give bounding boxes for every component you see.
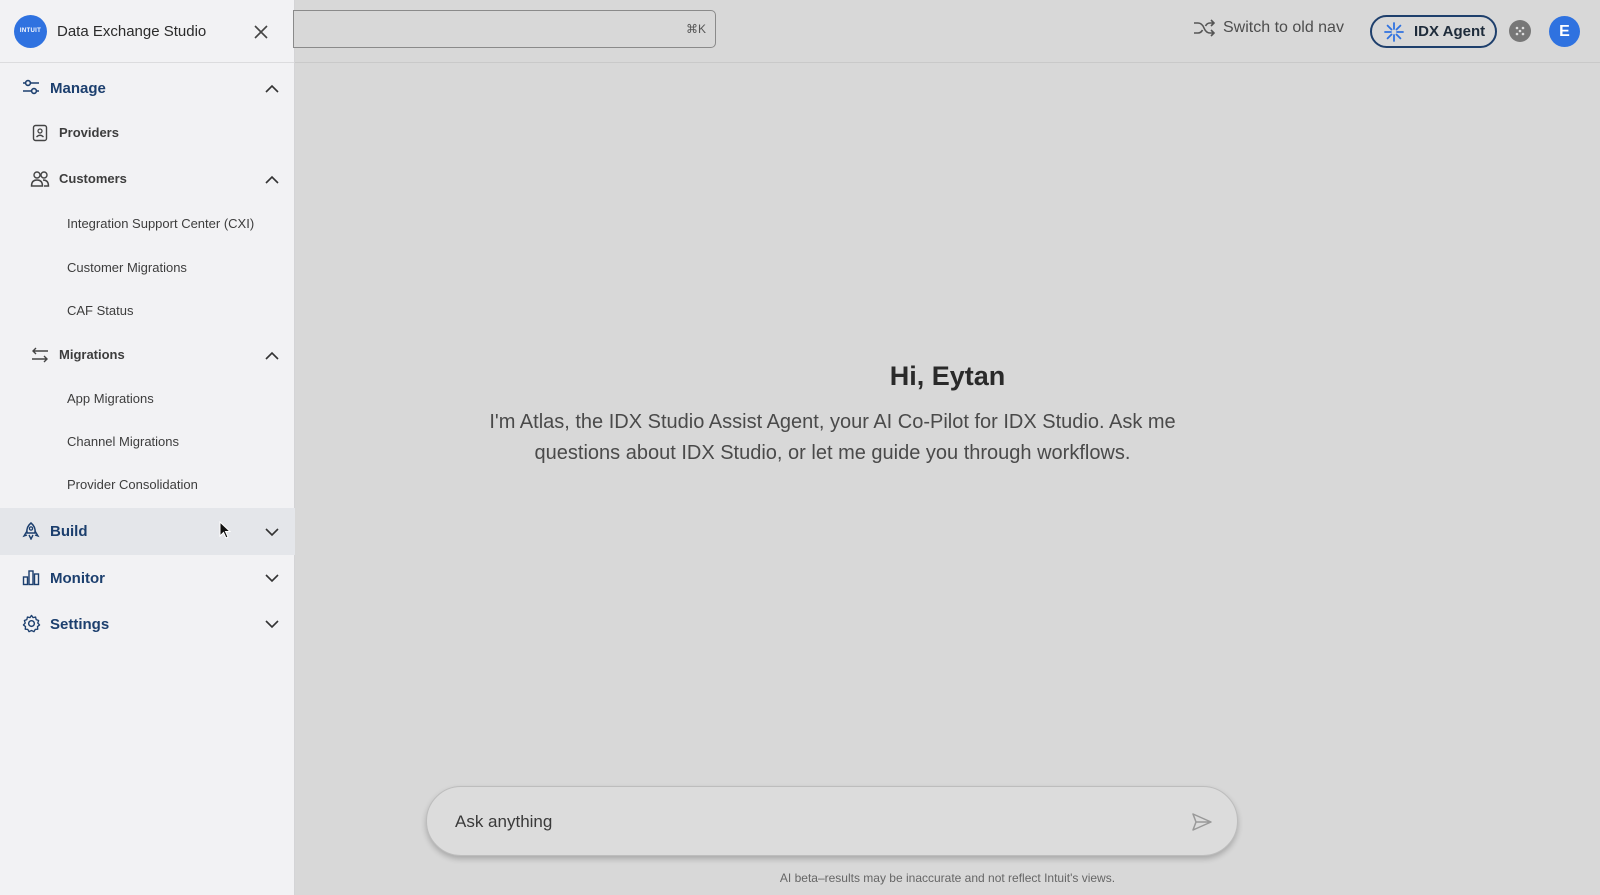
sidebar-subitem-label: Integration Support Center (CXI) xyxy=(67,216,255,231)
sidebar-subitem-caf-status[interactable]: CAF Status xyxy=(0,293,295,329)
grid-icon xyxy=(1515,26,1525,36)
greeting-heading: Hi, Eytan xyxy=(889,361,1006,391)
ask-input[interactable] xyxy=(455,809,1155,835)
send-button[interactable] xyxy=(1190,810,1214,834)
assistant-intro-text: I'm Atlas, the IDX Studio Assist Agent, … xyxy=(489,411,1176,464)
chevron-down-icon xyxy=(262,614,282,634)
nav-section-label: Monitor xyxy=(50,569,105,587)
nav-section-label: Settings xyxy=(50,615,110,633)
sidebar-subitem-provider-consolidation[interactable]: Provider Consolidation xyxy=(0,467,295,503)
sidebar-item-migrations[interactable]: Migrations xyxy=(0,335,295,375)
sidebar-item-customers[interactable]: Customers xyxy=(0,159,295,199)
mouse-cursor xyxy=(219,520,232,544)
send-icon xyxy=(1192,813,1212,831)
sidebar-subitem-label: CAF Status xyxy=(67,303,134,318)
rocket-icon xyxy=(21,521,41,541)
nav-section-monitor[interactable]: Monitor xyxy=(0,556,295,600)
chevron-up-icon xyxy=(262,169,282,189)
sidebar-subitem-label: App Migrations xyxy=(67,391,154,406)
idx-agent-label: IDX Agent xyxy=(1414,23,1486,40)
switch-to-old-nav-button[interactable]: Switch to old nav xyxy=(1193,19,1344,37)
gear-icon xyxy=(21,613,41,633)
switch-nav-label: Switch to old nav xyxy=(1223,19,1344,36)
sidebar-item-label: Migrations xyxy=(59,347,125,362)
sidebar-subitem-customer-migrations[interactable]: Customer Migrations xyxy=(0,250,295,286)
user-avatar[interactable]: E xyxy=(1549,16,1580,47)
sidebar-subitem-cxi[interactable]: Integration Support Center (CXI) xyxy=(0,206,295,242)
bar-chart-icon xyxy=(21,567,41,587)
sidebar-subitem-channel-migrations[interactable]: Channel Migrations xyxy=(0,424,295,460)
intuit-logo: INTUIT xyxy=(14,14,47,48)
sidebar-subitem-label: Customer Migrations xyxy=(67,260,187,275)
app-switcher-button[interactable] xyxy=(1509,20,1531,42)
idx-agent-button[interactable]: IDX Agent xyxy=(1370,15,1497,48)
sidebar-item-providers[interactable]: Providers xyxy=(0,113,295,153)
close-sidebar-button[interactable] xyxy=(249,20,273,44)
ask-box xyxy=(426,786,1238,856)
contact-card-icon xyxy=(30,123,50,143)
chevron-down-icon xyxy=(262,568,282,588)
nav-section-label: Manage xyxy=(50,79,106,97)
sidebar-subitem-label: Provider Consolidation xyxy=(67,477,198,492)
global-search-input[interactable]: ⌘K xyxy=(293,10,716,48)
nav-section-build[interactable]: Build xyxy=(0,508,295,555)
ai-disclaimer: AI beta–results may be inaccurate and no… xyxy=(779,871,1116,885)
sidebar-subitem-label: Channel Migrations xyxy=(67,434,180,449)
sparkle-icon xyxy=(1384,21,1404,42)
top-bar: ⌘K Switch to old nav IDX Agent E xyxy=(293,0,1600,63)
swap-arrows-icon xyxy=(30,345,50,365)
users-icon xyxy=(30,169,50,189)
nav-section-label: Build xyxy=(50,523,88,540)
chevron-down-icon xyxy=(262,522,282,542)
sidebar-item-label: Customers xyxy=(59,171,127,186)
nav-section-settings[interactable]: Settings xyxy=(0,602,295,646)
sidebar: INTUIT Data Exchange Studio Manage Provi… xyxy=(0,0,295,895)
app-title: Data Exchange Studio xyxy=(57,22,207,40)
close-icon xyxy=(254,25,268,39)
chevron-up-icon xyxy=(262,78,282,98)
sidebar-item-label: Providers xyxy=(59,125,119,140)
nav-section-manage[interactable]: Manage xyxy=(0,66,295,110)
chevron-up-icon xyxy=(262,345,282,365)
shuffle-icon xyxy=(1194,19,1215,37)
sliders-icon xyxy=(21,77,41,97)
search-shortcut-hint: ⌘K xyxy=(685,22,706,36)
sidebar-subitem-app-migrations[interactable]: App Migrations xyxy=(0,381,295,417)
